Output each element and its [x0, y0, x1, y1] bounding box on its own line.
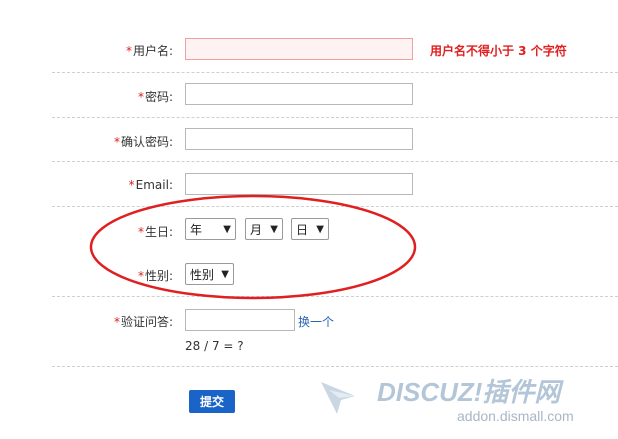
email-label-text: Email: — [135, 178, 173, 192]
username-input[interactable] — [185, 38, 413, 60]
annotation-ellipse — [89, 194, 417, 300]
password-label: *密码: — [52, 88, 173, 105]
captcha-refresh-link[interactable]: 换一个 — [298, 313, 334, 330]
captcha-label: *验证问答: — [52, 313, 173, 330]
password-label-text: 密码: — [144, 90, 173, 104]
watermark-logo: DISCUZ!插件网 addon.dismall.com — [321, 377, 574, 424]
captcha-question: 28 / 7 = ? — [185, 339, 244, 353]
submit-button[interactable]: 提交 — [189, 390, 235, 413]
captcha-input[interactable] — [185, 309, 295, 331]
username-label: *用户名: — [52, 42, 173, 59]
watermark-brand: DISCUZ!插件网 — [377, 377, 564, 407]
confirm-password-label-text: 确认密码: — [120, 135, 173, 149]
required-mark: * — [113, 315, 120, 329]
captcha-label-text: 验证问答: — [120, 315, 173, 329]
email-label: *Email: — [52, 178, 173, 192]
email-input[interactable] — [185, 173, 413, 195]
watermark-url: addon.dismall.com — [457, 408, 574, 424]
required-mark: * — [113, 135, 120, 149]
required-mark: * — [137, 90, 144, 104]
username-label-text: 用户名: — [132, 44, 173, 58]
password-input[interactable] — [185, 83, 413, 105]
captcha-row — [52, 296, 618, 367]
required-mark: * — [125, 44, 132, 58]
required-mark: * — [128, 178, 135, 192]
username-error: 用户名不得小于 3 个字符 — [430, 44, 567, 58]
confirm-password-input[interactable] — [185, 128, 413, 150]
confirm-password-label: *确认密码: — [52, 133, 173, 150]
